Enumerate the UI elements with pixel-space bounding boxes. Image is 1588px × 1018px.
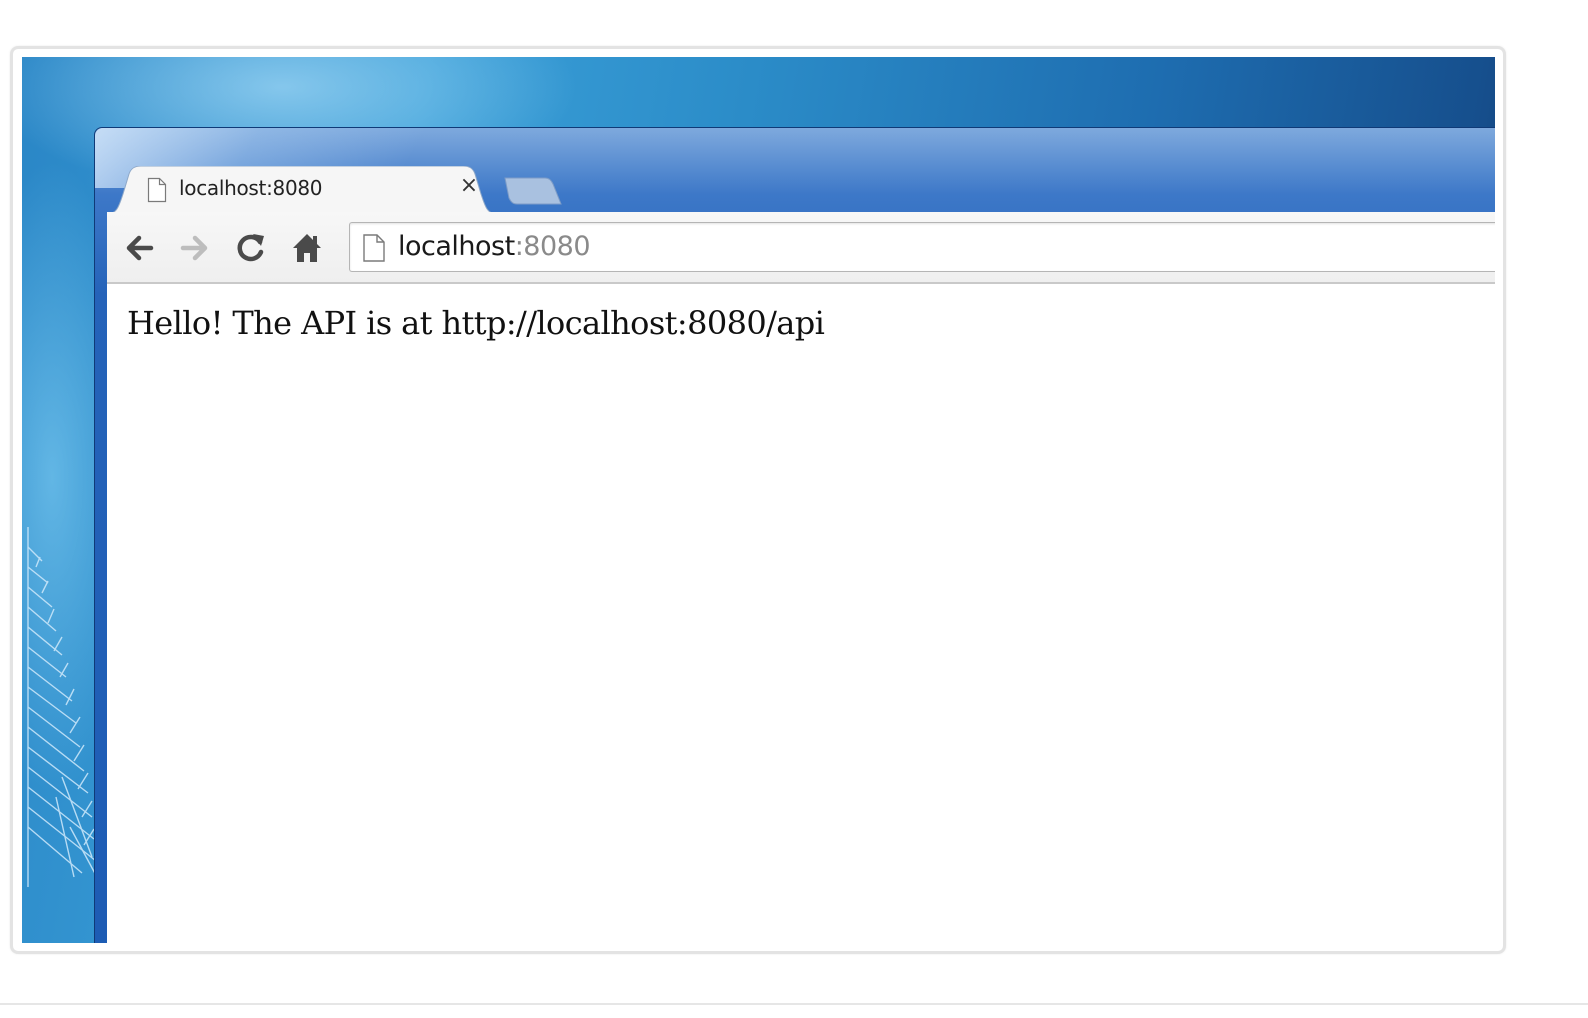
home-icon[interactable] bbox=[289, 230, 325, 266]
address-bar[interactable]: localhost:8080 bbox=[349, 222, 1495, 272]
browser-toolbar: localhost:8080 bbox=[107, 212, 1495, 284]
page-body-text: Hello! The API is at http://localhost:80… bbox=[127, 304, 825, 342]
reload-icon[interactable] bbox=[233, 230, 269, 266]
desktop-background: localhost:8080 × localhost:8080 Hello! T… bbox=[22, 57, 1495, 943]
page-icon bbox=[363, 234, 385, 262]
back-arrow-icon[interactable] bbox=[121, 230, 157, 266]
tab-localhost[interactable]: localhost:8080 × bbox=[107, 166, 497, 214]
page-content: Hello! The API is at http://localhost:80… bbox=[107, 284, 1495, 943]
address-url: localhost:8080 bbox=[398, 231, 591, 262]
browser-window: localhost:8080 × localhost:8080 Hello! T… bbox=[94, 127, 1495, 943]
tab-close-icon[interactable]: × bbox=[457, 174, 481, 198]
new-tab-button[interactable] bbox=[501, 176, 565, 206]
forward-arrow-icon[interactable] bbox=[177, 230, 213, 266]
frost-tree-decoration bbox=[27, 527, 99, 887]
tab-title: localhost:8080 bbox=[179, 176, 323, 200]
address-host: localhost bbox=[398, 231, 515, 262]
page-icon bbox=[147, 177, 167, 203]
divider bbox=[0, 1003, 1588, 1005]
address-port: :8080 bbox=[514, 231, 591, 262]
